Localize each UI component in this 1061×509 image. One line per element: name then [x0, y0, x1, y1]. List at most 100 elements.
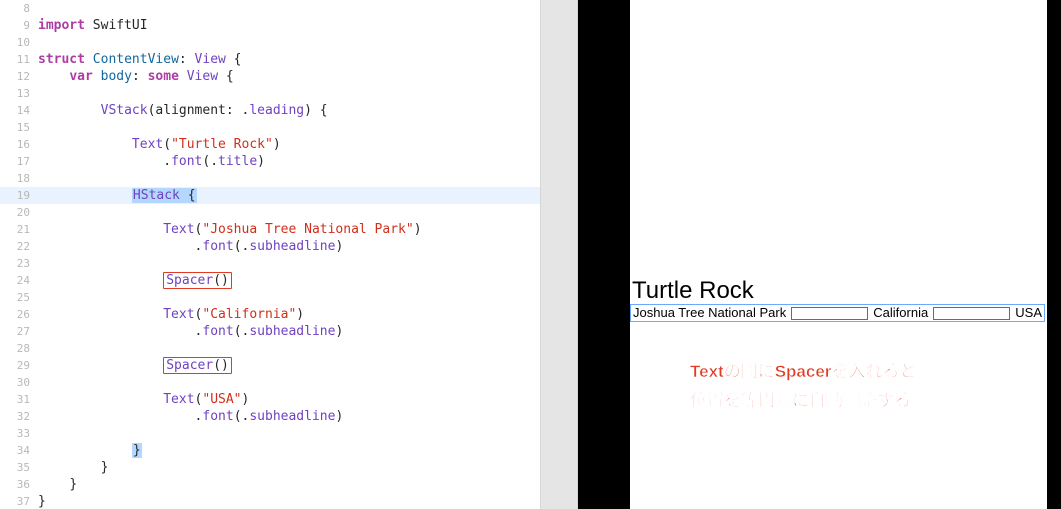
line-number: 28	[0, 340, 38, 357]
preview-content: Turtle Rock Joshua Tree National Park Ca…	[630, 0, 1047, 509]
line-number: 10	[0, 34, 38, 51]
code-content[interactable]	[38, 289, 540, 306]
line-number: 12	[0, 68, 38, 85]
code-content[interactable]	[38, 85, 540, 102]
code-content[interactable]	[38, 340, 540, 357]
code-content[interactable]: Text("Turtle Rock")	[38, 136, 540, 153]
preview-hstack-outline: Joshua Tree National Park California USA	[630, 304, 1045, 322]
line-number: 17	[0, 153, 38, 170]
code-line[interactable]: 32 .font(.subheadline)	[0, 408, 540, 425]
code-content[interactable]: .font(.title)	[38, 153, 540, 170]
code-content[interactable]	[38, 34, 540, 51]
code-line[interactable]: 26 Text("California")	[0, 306, 540, 323]
line-number: 18	[0, 170, 38, 187]
code-line[interactable]: 11struct ContentView: View {	[0, 51, 540, 68]
code-line[interactable]: 20	[0, 204, 540, 221]
code-content[interactable]: Spacer()	[38, 272, 540, 289]
line-number: 22	[0, 238, 38, 255]
line-number: 9	[0, 17, 38, 34]
line-number: 23	[0, 255, 38, 272]
code-line[interactable]: 35 }	[0, 459, 540, 476]
line-number: 8	[0, 0, 38, 17]
code-line[interactable]: 16 Text("Turtle Rock")	[0, 136, 540, 153]
code-line[interactable]: 36 }	[0, 476, 540, 493]
code-line[interactable]: 37}	[0, 493, 540, 509]
code-line[interactable]: 19 HStack {	[0, 187, 540, 204]
code-content[interactable]	[38, 170, 540, 187]
code-line[interactable]: 14 VStack(alignment: .leading) {	[0, 102, 540, 119]
annotation-line-2: 位置を等間隔に自動調整する	[690, 386, 911, 411]
code-content[interactable]: var body: some View {	[38, 68, 540, 85]
code-content[interactable]: }	[38, 442, 540, 459]
code-line[interactable]: 31 Text("USA")	[0, 391, 540, 408]
line-number: 32	[0, 408, 38, 425]
code-content[interactable]	[38, 204, 540, 221]
editor-scrollbar[interactable]	[540, 0, 578, 509]
code-line[interactable]: 21 Text("Joshua Tree National Park")	[0, 221, 540, 238]
preview-text-2: California	[871, 305, 930, 321]
code-content[interactable]: import SwiftUI	[38, 17, 540, 34]
preview-spacer-1	[791, 307, 868, 320]
line-number: 13	[0, 85, 38, 102]
line-number: 11	[0, 51, 38, 68]
line-number: 35	[0, 459, 38, 476]
code-content[interactable]: }	[38, 476, 540, 493]
code-line[interactable]: 8	[0, 0, 540, 17]
line-number: 37	[0, 493, 38, 509]
code-content[interactable]	[38, 374, 540, 391]
code-line[interactable]: 27 .font(.subheadline)	[0, 323, 540, 340]
code-line[interactable]: 25	[0, 289, 540, 306]
code-editor-pane[interactable]: 89import SwiftUI1011struct ContentView: …	[0, 0, 540, 509]
code-line[interactable]: 22 .font(.subheadline)	[0, 238, 540, 255]
code-content[interactable]: Spacer()	[38, 357, 540, 374]
code-line[interactable]: 10	[0, 34, 540, 51]
code-content[interactable]	[38, 425, 540, 442]
line-number: 21	[0, 221, 38, 238]
code-line[interactable]: 23	[0, 255, 540, 272]
code-line[interactable]: 29 Spacer()	[0, 357, 540, 374]
code-content[interactable]: }	[38, 459, 540, 476]
line-number: 26	[0, 306, 38, 323]
code-content[interactable]: VStack(alignment: .leading) {	[38, 102, 540, 119]
line-number: 25	[0, 289, 38, 306]
code-line[interactable]: 12 var body: some View {	[0, 68, 540, 85]
device-bezel-left	[578, 0, 630, 509]
code-line[interactable]: 13	[0, 85, 540, 102]
line-number: 33	[0, 425, 38, 442]
code-content[interactable]: HStack {	[38, 187, 540, 204]
line-number: 29	[0, 357, 38, 374]
code-line[interactable]: 18	[0, 170, 540, 187]
code-content[interactable]: .font(.subheadline)	[38, 323, 540, 340]
code-content[interactable]	[38, 255, 540, 272]
annotation-line-1: Textの間にSpacerを入れると	[690, 357, 916, 382]
line-number: 36	[0, 476, 38, 493]
line-number: 19	[0, 187, 38, 204]
code-content[interactable]	[38, 119, 540, 136]
line-number: 30	[0, 374, 38, 391]
code-content[interactable]: Text("USA")	[38, 391, 540, 408]
code-line[interactable]: 24 Spacer()	[0, 272, 540, 289]
line-number: 16	[0, 136, 38, 153]
code-content[interactable]	[38, 0, 540, 17]
code-line[interactable]: 9import SwiftUI	[0, 17, 540, 34]
code-line[interactable]: 30	[0, 374, 540, 391]
code-line[interactable]: 34 }	[0, 442, 540, 459]
code-line[interactable]: 28	[0, 340, 540, 357]
code-content[interactable]: .font(.subheadline)	[38, 238, 540, 255]
line-number: 14	[0, 102, 38, 119]
code-line[interactable]: 17 .font(.title)	[0, 153, 540, 170]
line-number: 20	[0, 204, 38, 221]
code-content[interactable]: Text("California")	[38, 306, 540, 323]
code-content[interactable]: }	[38, 493, 540, 509]
code-content[interactable]: struct ContentView: View {	[38, 51, 540, 68]
code-content[interactable]: Text("Joshua Tree National Park")	[38, 221, 540, 238]
code-line[interactable]: 15	[0, 119, 540, 136]
line-number: 31	[0, 391, 38, 408]
code-area[interactable]: 89import SwiftUI1011struct ContentView: …	[0, 0, 540, 509]
device-bezel-right	[1047, 0, 1061, 509]
line-number: 34	[0, 442, 38, 459]
code-content[interactable]: .font(.subheadline)	[38, 408, 540, 425]
code-line[interactable]: 33	[0, 425, 540, 442]
line-number: 15	[0, 119, 38, 136]
line-number: 27	[0, 323, 38, 340]
